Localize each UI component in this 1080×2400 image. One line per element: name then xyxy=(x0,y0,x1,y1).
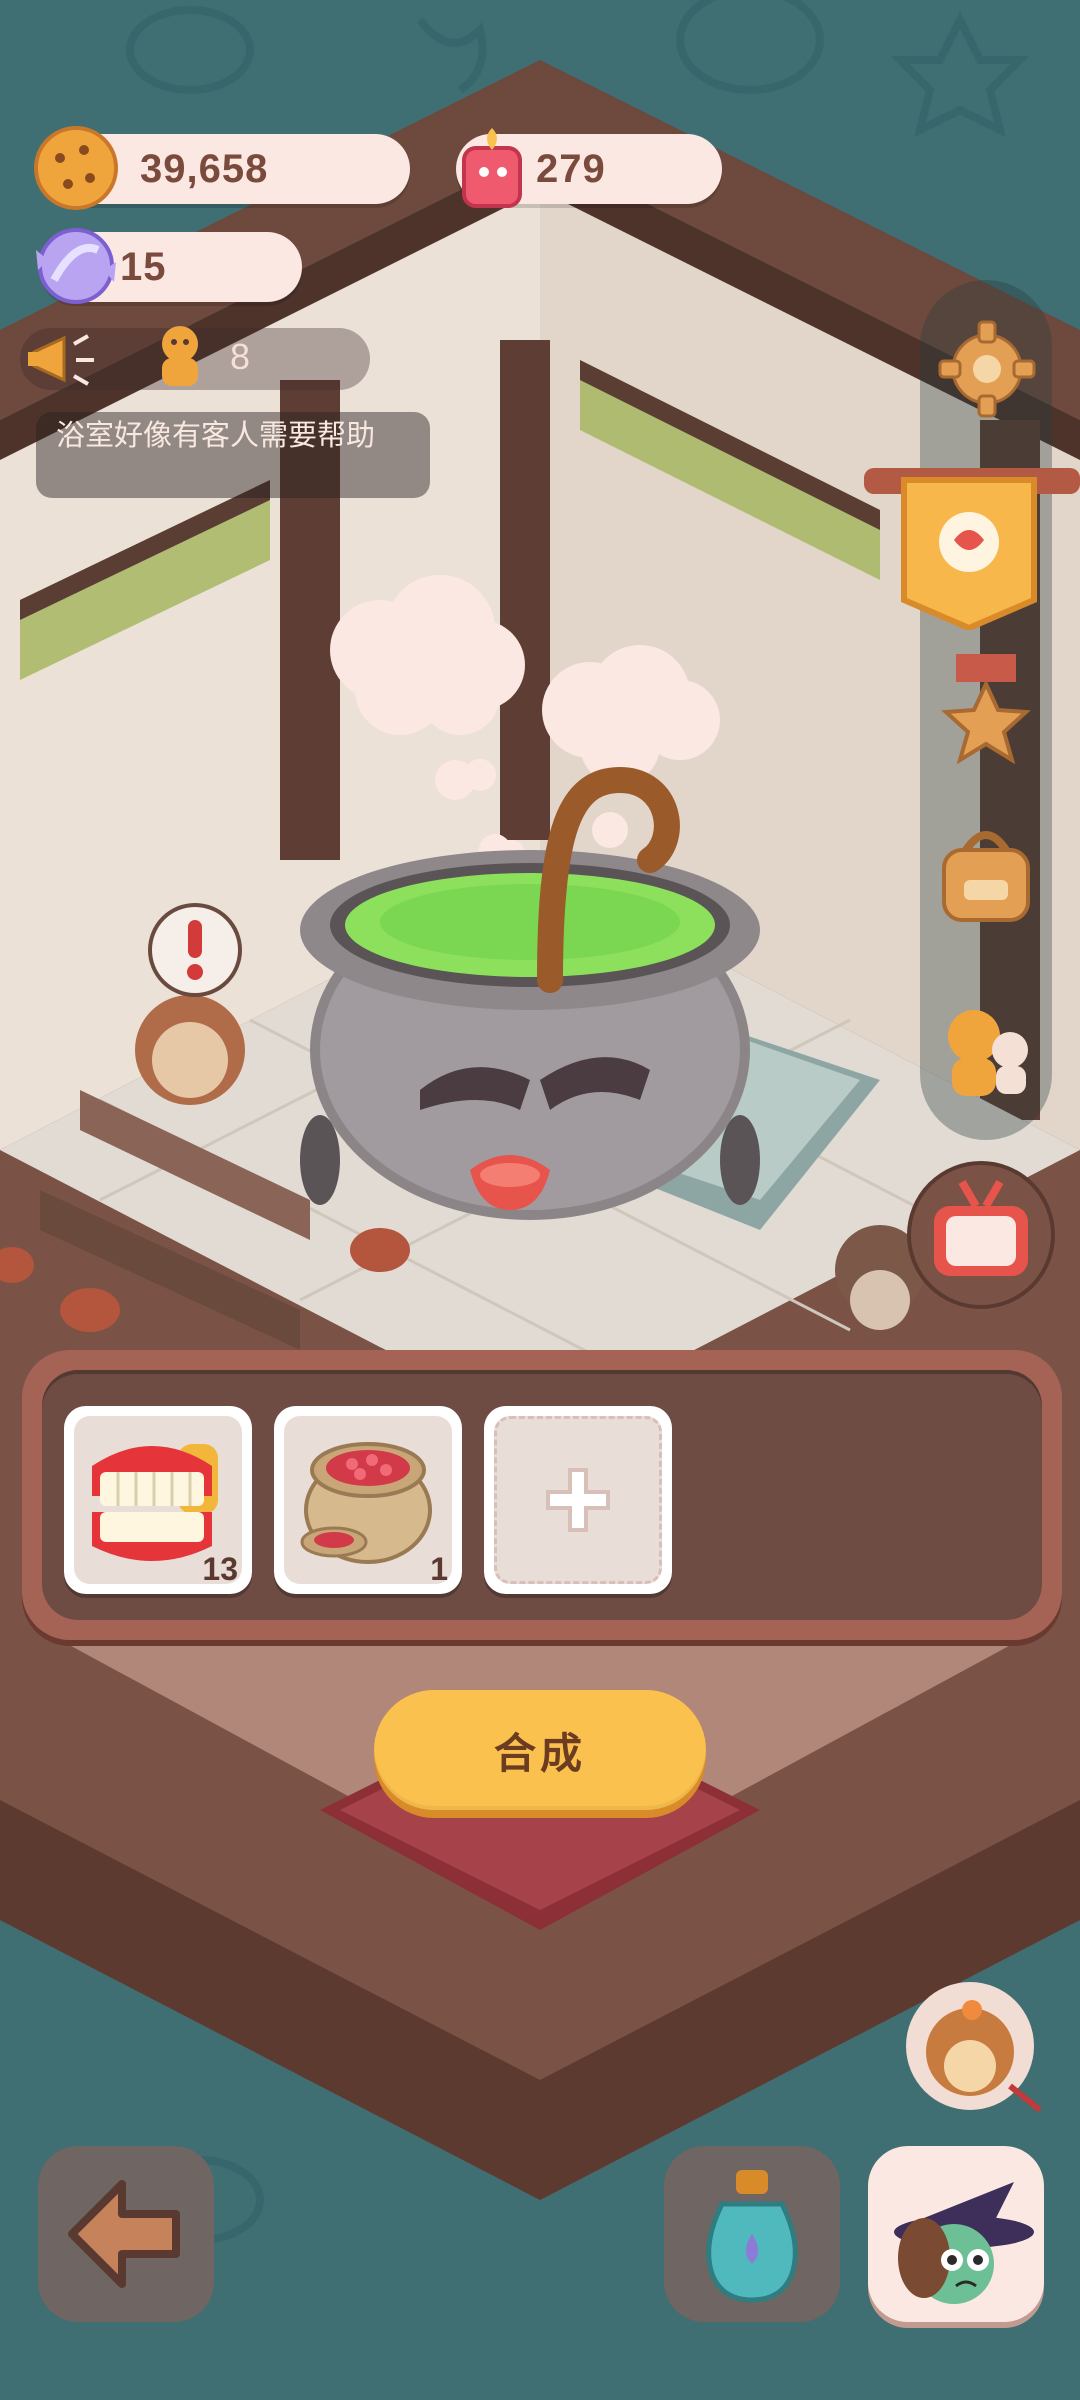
slot-3-bg xyxy=(494,1416,662,1584)
notice-message: 浴室好像有客人需要帮助 xyxy=(36,412,430,498)
craft-slots-tray: 13 1 xyxy=(42,1370,1042,1620)
back-arrow-icon xyxy=(68,2180,180,2288)
gingerbread-icon xyxy=(162,326,198,386)
candy-counter[interactable]: 15 xyxy=(36,228,302,304)
hamster-notification-icon[interactable] xyxy=(900,1976,1050,2116)
synthesize-button[interactable]: 合成 xyxy=(374,1690,706,1810)
potion-icon xyxy=(706,2170,798,2303)
craft-slot-add[interactable] xyxy=(484,1406,672,1594)
bean-sack-icon xyxy=(300,1442,432,1564)
craft-slot-1[interactable]: 13 xyxy=(64,1406,252,1594)
candle-icon xyxy=(462,128,522,208)
craft-panel: 13 1 xyxy=(22,1350,1062,1640)
tv-icon[interactable] xyxy=(906,1160,1056,1310)
witch-avatar-icon xyxy=(894,2182,1034,2304)
gear-icon[interactable] xyxy=(934,316,1040,422)
megaphone-icon xyxy=(28,334,94,386)
backpack-icon[interactable] xyxy=(930,820,1042,932)
ad-count: 8 xyxy=(230,336,251,377)
slot-2-bg xyxy=(284,1416,452,1584)
medal-icon[interactable] xyxy=(930,648,1042,768)
friends-icon[interactable] xyxy=(930,996,1042,1108)
candle-amount: 279 xyxy=(536,146,606,191)
candy-amount: 15 xyxy=(120,244,167,289)
candle-counter[interactable]: 279 xyxy=(456,128,722,208)
potion-button[interactable] xyxy=(664,2146,840,2322)
cookie-amount: 39,658 xyxy=(140,146,269,191)
cookie-icon xyxy=(34,126,118,210)
shop-banner-icon[interactable] xyxy=(864,460,1080,630)
back-button[interactable] xyxy=(38,2146,214,2322)
plus-icon xyxy=(546,1468,610,1532)
cookie-counter[interactable]: 39,658 xyxy=(34,126,410,210)
ad-reward-row[interactable]: 8 xyxy=(20,326,370,390)
craft-slot-2[interactable]: 1 xyxy=(274,1406,462,1594)
false-teeth-icon xyxy=(92,1444,218,1561)
slot-2-qty: 1 xyxy=(430,1551,448,1587)
witch-avatar-button[interactable] xyxy=(868,2146,1044,2322)
cauldron[interactable] xyxy=(290,570,790,1250)
slot-1-qty: 13 xyxy=(202,1551,238,1587)
candy-icon xyxy=(36,228,116,304)
